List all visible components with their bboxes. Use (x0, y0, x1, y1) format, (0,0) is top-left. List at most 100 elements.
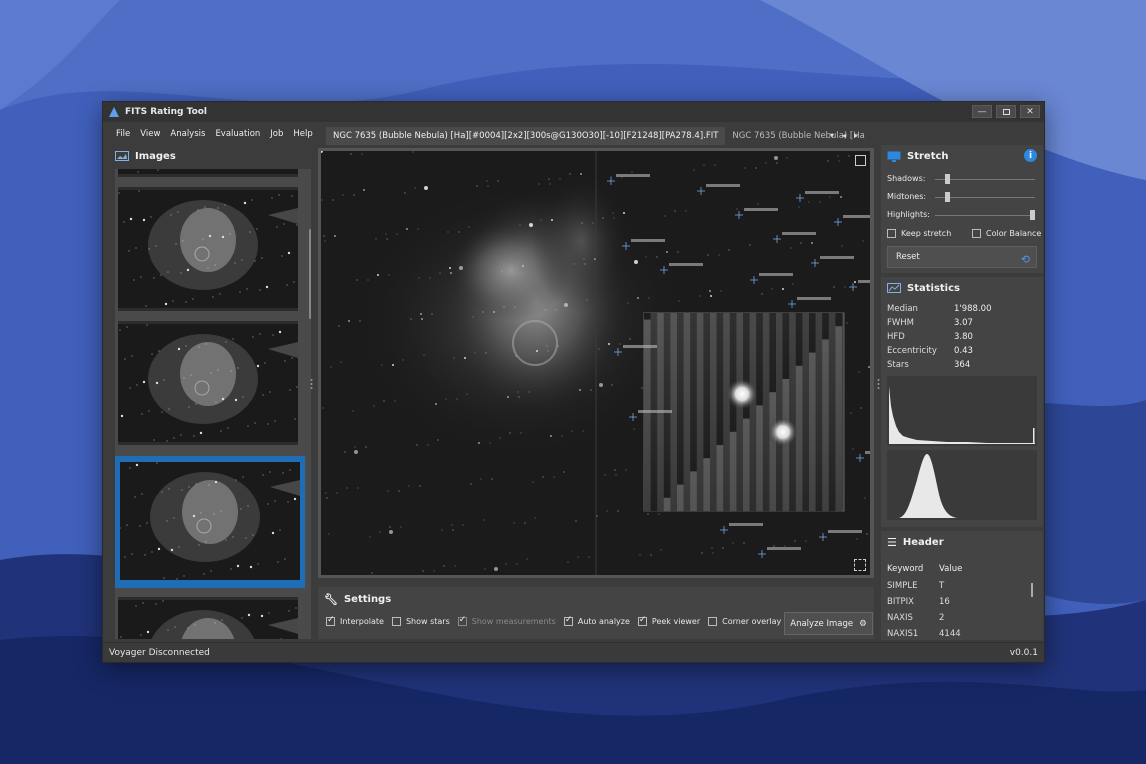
stat-hfd: HFD 3.80 (887, 332, 973, 342)
analyze-image-button[interactable]: Analyze Image ⚙ (784, 612, 873, 635)
show-stars-checkbox[interactable]: Show stars (391, 617, 450, 626)
col-keyword[interactable]: Keyword (887, 564, 939, 574)
version-label: v0.0.1 (1009, 647, 1038, 658)
stat-key: Eccentricity (887, 346, 937, 356)
checkbox-box (887, 229, 896, 238)
list-icon: ☰ (887, 535, 897, 549)
tab-navigation: ▾ ◂ ▸ (830, 127, 858, 145)
left-splitter-handle[interactable] (310, 377, 313, 391)
thumbnail-item[interactable] (118, 321, 298, 445)
window-title: FITS Rating Tool (125, 107, 208, 117)
midtones-track[interactable] (935, 197, 1035, 198)
peek-viewer-checkbox[interactable]: Peek viewer (637, 615, 700, 626)
midtones-label: Midtones: (887, 192, 927, 201)
table-row[interactable]: NAXIS1 4144 (887, 629, 961, 639)
astro-image (321, 151, 870, 575)
checkbox-label: Show measurements (471, 617, 556, 626)
image-canvas[interactable] (321, 151, 870, 575)
stat-stars: Stars 364 (887, 360, 970, 370)
right-splitter-handle[interactable] (877, 377, 880, 391)
menu-view[interactable]: View (135, 126, 165, 142)
col-value[interactable]: Value (939, 564, 962, 574)
stat-value: 3.07 (954, 318, 973, 328)
main-window: FITS Rating Tool — ✕ File View Analysis … (102, 101, 1045, 663)
header-value: 16 (939, 597, 950, 607)
header-value: 4144 (939, 629, 961, 639)
checkbox-box (972, 229, 981, 238)
minimize-button[interactable]: — (972, 105, 992, 118)
thumbnail-item[interactable] (118, 597, 298, 639)
checkbox-label: Auto analyze (577, 617, 630, 626)
settings-title: Settings (343, 594, 392, 605)
header-scrollbar[interactable] (1031, 583, 1033, 597)
stat-value: 3.80 (954, 332, 973, 342)
keep-stretch-checkbox[interactable]: Keep stretch (887, 229, 951, 238)
interpolate-checkbox[interactable]: Interpolate (326, 615, 384, 626)
checkbox-label: Corner overlay (722, 617, 782, 626)
checkbox-box (563, 615, 573, 626)
info-icon[interactable]: i (1024, 149, 1037, 162)
right-panel: Stretch i Shadows: Midtones: Highlights:… (881, 145, 1043, 640)
minimize-icon: — (977, 106, 987, 117)
statistics-section: Statistics Median 1'988.00 FWHM 3.07 HFD 3.… (881, 277, 1043, 527)
stat-median: Median 1'988.00 (887, 304, 992, 314)
thumbnail-item[interactable] (118, 187, 298, 311)
thumbnail-scrollbar[interactable] (309, 229, 311, 319)
checkbox-label: Keep stretch (901, 229, 952, 238)
maximize-button[interactable] (996, 105, 1016, 118)
stat-key: HFD (887, 332, 905, 342)
tab-active-image[interactable]: NGC 7635 (Bubble Nebula) [Ha][#0004][2x2… (326, 127, 726, 145)
tab-next-icon[interactable]: ▸ (854, 127, 858, 145)
table-row[interactable]: SIMPLE T (887, 581, 944, 591)
app-logo-icon (109, 107, 119, 117)
thumbnail-item[interactable] (118, 169, 298, 177)
image-viewer (318, 148, 874, 578)
checkbox-box (391, 617, 401, 626)
connection-status: Voyager Disconnected (109, 647, 210, 658)
close-button[interactable]: ✕ (1020, 105, 1040, 118)
corner-overlay-checkbox[interactable]: Corner overlay (708, 617, 781, 626)
stretch-section: Stretch i Shadows: Midtones: Highlights:… (881, 145, 1043, 273)
highlights-label: Highlights: (887, 210, 930, 219)
chart-icon (887, 283, 901, 293)
stat-value: 364 (954, 360, 971, 370)
menu-evaluation[interactable]: Evaluation (210, 126, 265, 142)
analyze-image-label: Analyze Image (790, 618, 854, 629)
gears-icon: ⚙ (859, 618, 867, 629)
thumbnail-list[interactable] (115, 169, 311, 639)
stat-key: Median (887, 304, 918, 314)
menu-help[interactable]: Help (288, 126, 317, 142)
tab-prev-icon[interactable]: ◂ (842, 127, 846, 145)
tab-list-dropdown-icon[interactable]: ▾ (830, 127, 834, 145)
shadows-label: Shadows: (887, 174, 926, 183)
expand-icon[interactable] (855, 155, 866, 166)
reset-button[interactable]: Reset ⟲ (887, 246, 1037, 268)
table-row[interactable]: BITPIX 16 (887, 597, 950, 607)
settings-header: 🔧︎ Settings (324, 593, 391, 606)
shadows-slider[interactable] (944, 174, 950, 184)
title-bar[interactable]: FITS Rating Tool — ✕ (103, 102, 1044, 122)
table-row[interactable]: NAXIS 2 (887, 613, 944, 623)
header-key: NAXIS (887, 613, 913, 623)
color-balance-checkbox[interactable]: Color Balance (972, 229, 1041, 238)
shadows-track[interactable] (935, 179, 1035, 180)
header-key: SIMPLE (887, 581, 918, 591)
corner-overlay-icon[interactable] (854, 559, 866, 571)
header-key: NAXIS1 (887, 629, 919, 639)
highlights-track[interactable] (935, 215, 1035, 216)
checkbox-label: Interpolate (340, 617, 384, 626)
highlights-slider[interactable] (1030, 210, 1035, 220)
statistics-title: Statistics (907, 282, 960, 294)
header-value: 2 (939, 613, 945, 623)
status-bar: Voyager Disconnected v0.0.1 (103, 642, 1044, 662)
auto-analyze-checkbox[interactable]: Auto analyze (563, 615, 630, 626)
header-title: Header (902, 536, 944, 548)
hfd-histogram (887, 376, 1037, 446)
thumbnail-item-selected[interactable] (115, 456, 305, 588)
menu-analysis[interactable]: Analysis (165, 126, 210, 142)
menu-job[interactable]: Job (265, 126, 288, 142)
maximize-icon (1002, 108, 1010, 115)
menu-file[interactable]: File (111, 126, 135, 142)
undo-icon: ⟲ (1020, 253, 1030, 266)
midtones-slider[interactable] (944, 192, 950, 202)
